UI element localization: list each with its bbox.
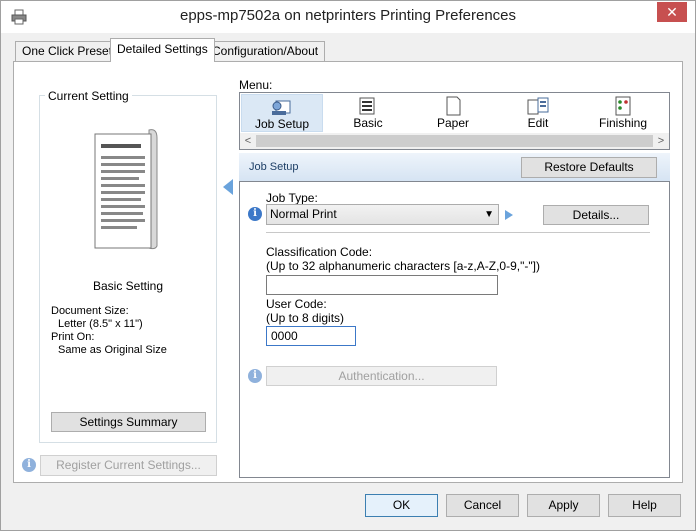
menu-item-label: Basic: [353, 116, 383, 130]
tab-configuration-about[interactable]: Configuration/About: [205, 41, 326, 61]
job-setup-header: Job Setup Restore Defaults: [239, 153, 670, 181]
classification-code-input[interactable]: [266, 275, 498, 295]
job-type-info-icon: i: [248, 207, 262, 221]
job-setup-icon: [242, 97, 322, 117]
restore-defaults-button[interactable]: Restore Defaults: [521, 157, 657, 178]
close-button[interactable]: ✕: [657, 2, 687, 22]
scroll-left-arrow[interactable]: <: [240, 133, 256, 149]
job-setup-body: Job Type: i Normal Print ▼ Details... Cl…: [239, 181, 670, 478]
preset-name: Basic Setting: [92, 279, 164, 293]
paper-icon: [412, 96, 494, 116]
printing-preferences-window: epps-mp7502a on netprinters Printing Pre…: [0, 0, 696, 531]
document-size-label: Document Size:: [51, 305, 129, 317]
settings-summary-button[interactable]: Settings Summary: [51, 412, 206, 432]
menu-item-basic[interactable]: Basic: [327, 94, 409, 132]
play-arrow-icon: [505, 210, 513, 220]
scrollbar-thumb[interactable]: [256, 135, 653, 147]
collapse-arrow-icon[interactable]: [222, 178, 234, 196]
document-preview-icon: [94, 129, 158, 250]
finishing-icon: [582, 96, 664, 116]
menu-item-label: Job Setup: [254, 117, 310, 131]
tab-detailed-settings[interactable]: Detailed Settings: [110, 38, 215, 62]
document-size-value: Letter (8.5" x 11"): [58, 318, 143, 330]
menu-bar: Job Setup Basic Paper Edit Finishing < >: [239, 92, 670, 150]
current-setting-group: Current Setting Basic Setting Document S…: [39, 89, 217, 443]
chevron-down-icon: ▼: [484, 209, 494, 220]
basic-icon: [327, 96, 409, 116]
menu-scrollbar[interactable]: < >: [240, 133, 669, 149]
menu-item-label: Paper: [436, 116, 470, 130]
ok-button[interactable]: OK: [365, 494, 438, 517]
menu-item-label: Finishing: [598, 116, 648, 130]
register-current-settings-button[interactable]: Register Current Settings...: [40, 455, 217, 476]
current-setting-legend: Current Setting: [45, 89, 132, 103]
classification-code-label: Classification Code:: [266, 245, 373, 259]
print-on-value: Same as Original Size: [58, 344, 167, 356]
menu-item-edit[interactable]: Edit: [497, 94, 579, 132]
details-button[interactable]: Details...: [543, 205, 649, 225]
user-code-input[interactable]: 0000: [266, 326, 356, 346]
menu-item-job-setup[interactable]: Job Setup: [241, 94, 323, 132]
job-type-label: Job Type:: [266, 191, 318, 205]
separator: [266, 232, 650, 233]
menu-item-label: Edit: [527, 116, 549, 130]
help-button[interactable]: Help: [608, 494, 681, 517]
cancel-button[interactable]: Cancel: [446, 494, 519, 517]
classification-code-hint: (Up to 32 alphanumeric characters [a-z,A…: [266, 259, 540, 273]
menu-item-paper[interactable]: Paper: [412, 94, 494, 132]
window-title: epps-mp7502a on netprinters Printing Pre…: [179, 7, 517, 24]
menu-label: Menu:: [239, 78, 273, 92]
user-code-hint: (Up to 8 digits): [266, 311, 345, 325]
register-info-icon: i: [22, 458, 36, 472]
edit-icon: [497, 96, 579, 116]
scroll-right-arrow[interactable]: >: [653, 133, 669, 149]
authentication-button[interactable]: Authentication...: [266, 366, 497, 386]
title-bar: epps-mp7502a on netprinters Printing Pre…: [1, 1, 695, 33]
job-type-value: Normal Print: [270, 207, 337, 221]
job-type-select[interactable]: Normal Print ▼: [266, 204, 499, 225]
job-setup-title: Job Setup: [249, 161, 299, 173]
user-code-label: User Code:: [266, 297, 327, 311]
authentication-info-icon: i: [248, 369, 262, 383]
detailed-settings-panel: Current Setting Basic Setting Document S…: [13, 61, 683, 483]
menu-item-finishing[interactable]: Finishing: [582, 94, 664, 132]
apply-button[interactable]: Apply: [527, 494, 600, 517]
tab-one-click-presets[interactable]: One Click Presets: [15, 41, 126, 61]
print-on-label: Print On:: [51, 331, 95, 343]
